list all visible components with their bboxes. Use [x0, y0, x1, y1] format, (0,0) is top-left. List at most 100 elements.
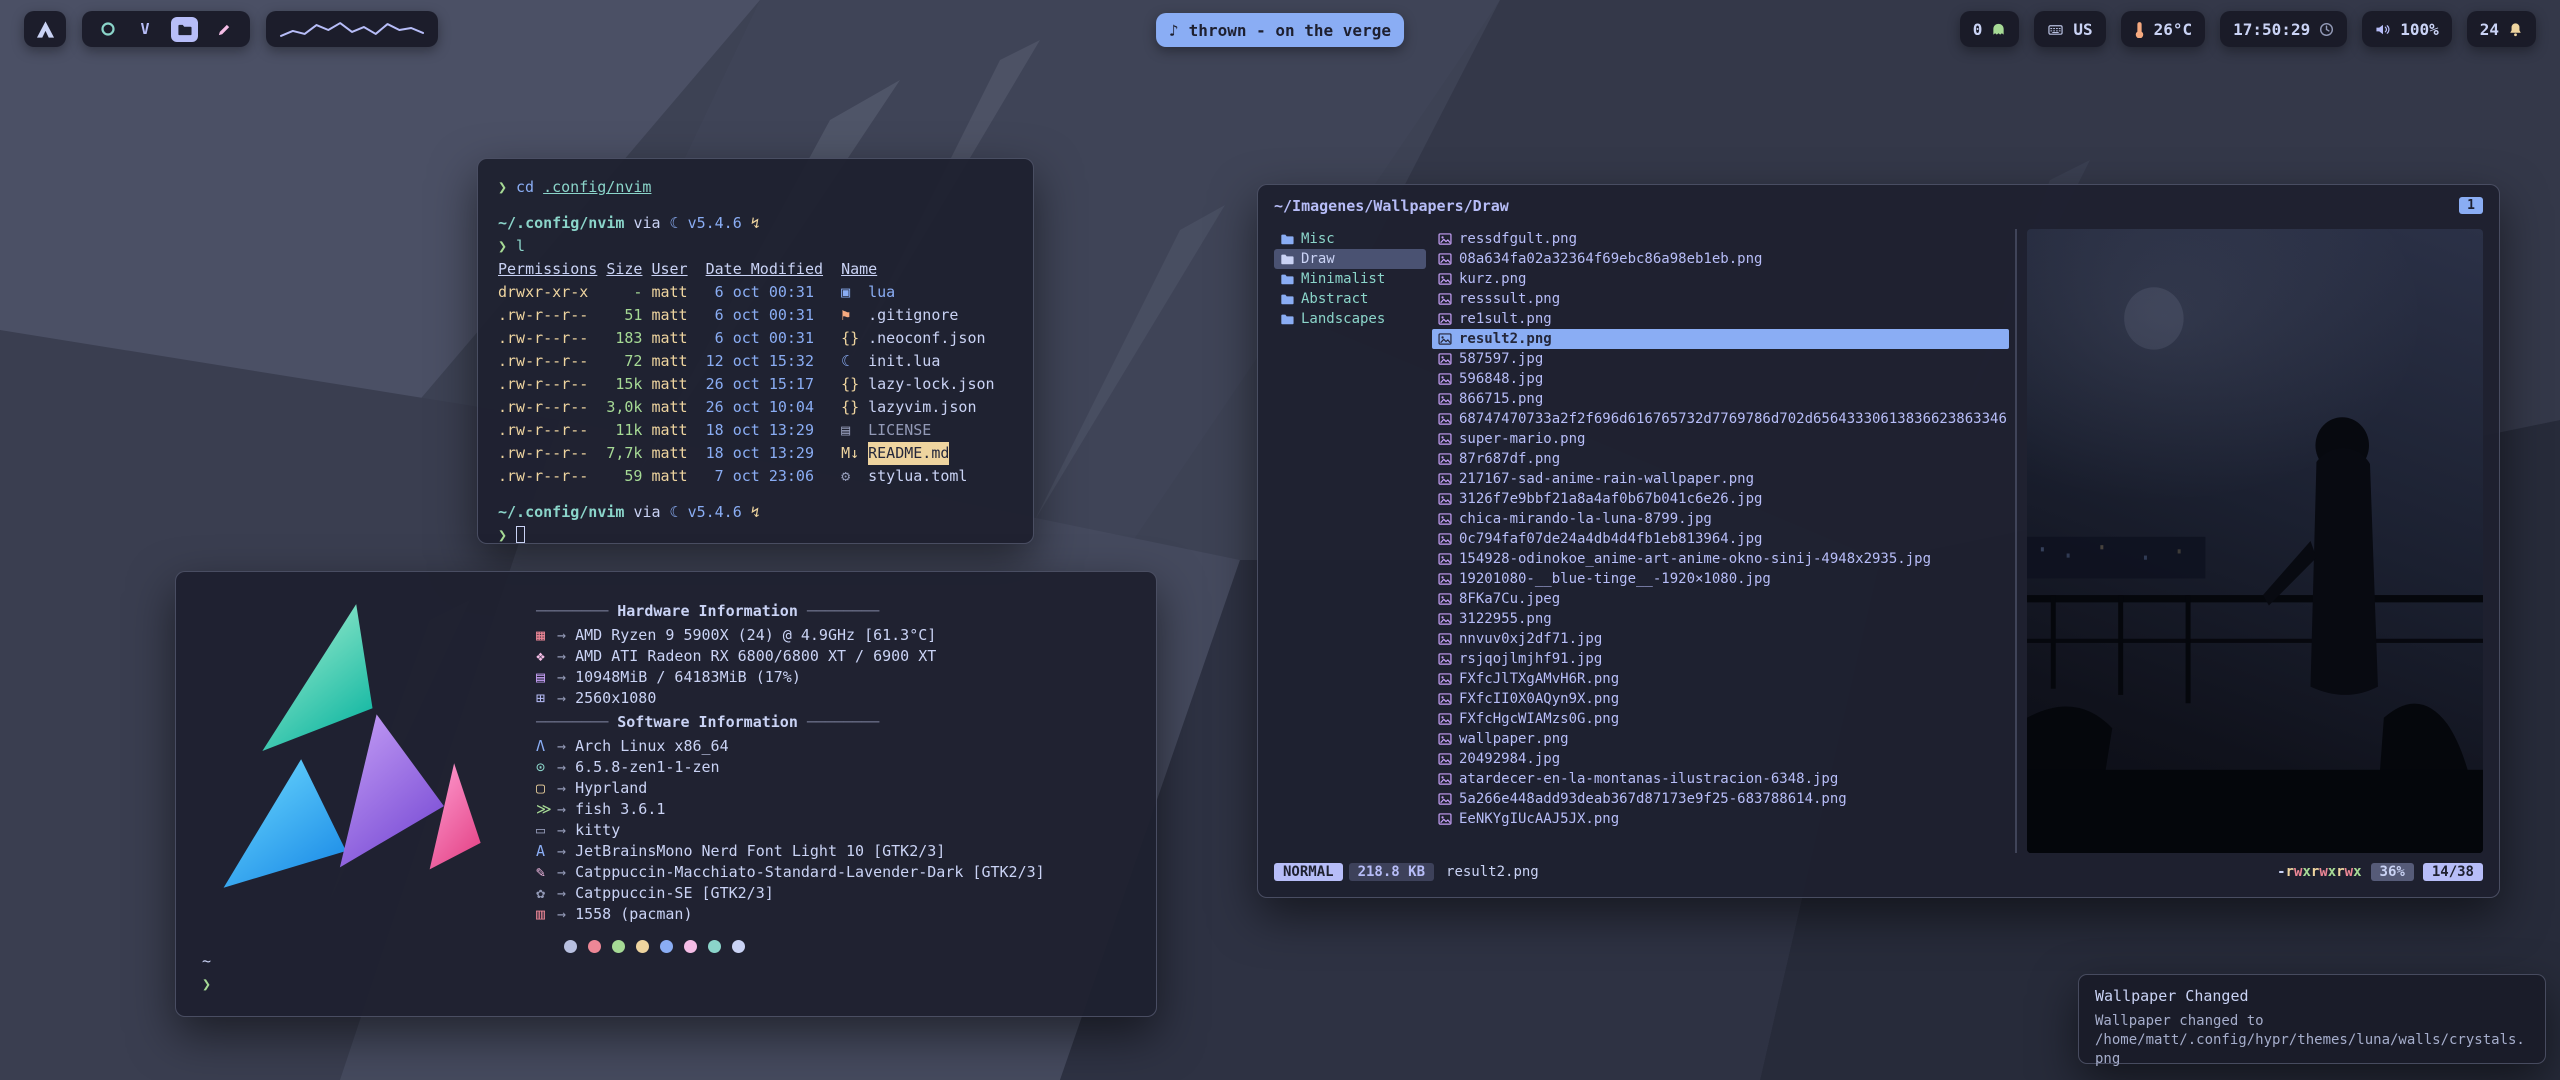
hardware-icon: ▤ [536, 667, 554, 688]
status-right-group: -rwxrwxrwx 36% 14/38 [2277, 863, 2483, 881]
file-item[interactable]: 596848.jpg [1432, 369, 2009, 389]
image-file-icon [1438, 792, 1452, 806]
ls-row: .rw-r--r-- 72 matt 12 oct 15:32 ☾init.lu… [498, 350, 1013, 373]
notification-popup[interactable]: Wallpaper Changed Wallpaper changed to /… [2078, 974, 2546, 1064]
directory-item[interactable]: Abstract [1274, 289, 1426, 309]
file-item[interactable]: re1sult.png [1432, 309, 2009, 329]
file-date: 7 oct 23:06 [706, 465, 823, 488]
hardware-item: ▦ → AMD Ryzen 9 5900X (24) @ 4.9GHz [61.… [536, 625, 1045, 646]
directory-item[interactable]: Landscapes [1274, 309, 1426, 329]
file-size: 3,0k [606, 396, 642, 419]
file-item[interactable]: FXfcII0X0AQyn9X.png [1432, 689, 2009, 709]
shell-prompt-line[interactable]: ❯ [498, 524, 1013, 547]
file-item[interactable]: resssult.png [1432, 289, 2009, 309]
file-item[interactable]: FXfcHgcWIAMzs0G.png [1432, 709, 2009, 729]
file-item[interactable]: EeNKYgIUcAAJ5JX.png [1432, 809, 2009, 829]
file-item[interactable]: 68747470733a2f2f696d616765732d7769786d70… [1432, 409, 2009, 429]
file-item[interactable]: 19201080-__blue-tinge__-1920×1080.jpg [1432, 569, 2009, 589]
image-file-icon [1438, 292, 1452, 306]
via-label: via [633, 214, 660, 232]
file-name-cell: ▣lua [841, 281, 1013, 304]
zap-icon: ↯ [751, 503, 760, 521]
software-item: Λ → Arch Linux x86_64 [536, 736, 1045, 757]
volume-module[interactable]: 100% [2362, 11, 2452, 47]
panel-divider [2015, 229, 2017, 853]
rule-right: ──────── [807, 713, 879, 731]
file-item[interactable]: chica-mirando-la-luna-8799.jpg [1432, 509, 2009, 529]
software-value: Arch Linux x86_64 [575, 736, 729, 757]
file-item[interactable]: 5a266e448add93deab367d87173e9f25-6837886… [1432, 789, 2009, 809]
file-item[interactable]: 0c794faf07de24a4db4d4fb1eb813964.jpg [1432, 529, 2009, 549]
music-player-module[interactable]: ♪ thrown - on the verge [1156, 13, 1404, 47]
permission-char: w [2345, 864, 2353, 880]
workspace-2-button[interactable]: V [134, 18, 156, 40]
shell-command-line: ❯l [498, 235, 1013, 258]
temperature-module[interactable]: 26°C [2121, 11, 2206, 47]
file-item[interactable]: result2.png [1432, 329, 2009, 349]
file-item[interactable]: 20492984.jpg [1432, 749, 2009, 769]
file-item[interactable]: atardecer-en-la-montanas-ilustracion-634… [1432, 769, 2009, 789]
file-item[interactable]: rsjqojlmjhf91.jpg [1432, 649, 2009, 669]
file-permissions: drwxr-xr-x [498, 281, 597, 304]
file-name: rsjqojlmjhf91.jpg [1459, 651, 1602, 667]
file-permissions: .rw-r--r-- [498, 419, 597, 442]
top-bar: V ♪ [0, 0, 2560, 58]
file-item[interactable]: super-mario.png [1432, 429, 2009, 449]
software-item: ≫ → fish 3.6.1 [536, 799, 1045, 820]
workspace-1-button[interactable] [97, 18, 119, 40]
desktop: V ♪ [0, 0, 2560, 1080]
file-item[interactable]: 87r687df.png [1432, 449, 2009, 469]
updates-module[interactable]: 0 [1960, 11, 2020, 47]
ls-row: .rw-r--r-- 3,0k matt 26 oct 10:04 {}lazy… [498, 396, 1013, 419]
clock-module[interactable]: 17:50:29 [2220, 11, 2347, 47]
file-item[interactable]: 154928-odinokoe_anime-art-anime-okno-sin… [1432, 549, 2009, 569]
file-item[interactable]: FXfcJlTXgAMvH6R.png [1432, 669, 2009, 689]
permission-char: w [2319, 864, 2327, 880]
software-title: Software Information [617, 713, 798, 731]
file-item[interactable]: 866715.png [1432, 389, 2009, 409]
notifications-module[interactable]: 24 [2467, 11, 2536, 47]
file-item[interactable]: 587597.jpg [1432, 349, 2009, 369]
hardware-list: ▦ → AMD Ryzen 9 5900X (24) @ 4.9GHz [61.… [536, 625, 1045, 709]
arrow-icon: → [557, 688, 566, 709]
file-name-cell: M↓README.md [841, 442, 1013, 465]
file-name: lazyvim.json [868, 396, 976, 419]
image-file-icon [1438, 652, 1452, 666]
permission-char: x [2353, 864, 2361, 880]
file-item[interactable]: 3126f7e9bbf21a8a4af0b67b041c6e26.jpg [1432, 489, 2009, 509]
file-name: .gitignore [868, 304, 958, 327]
terminal-nvim-window[interactable]: ❯cd.config/nvim ~/.config/nvimvia☾v5.4.6… [477, 158, 1034, 544]
file-item[interactable]: nnvuv0xj2df71.jpg [1432, 629, 2009, 649]
file-name: 87r687df.png [1459, 451, 1560, 467]
tab-indicator[interactable]: 1 [2459, 197, 2483, 214]
file-item[interactable]: wallpaper.png [1432, 729, 2009, 749]
file-item[interactable]: 08a634fa02a32364f69ebc86a98eb1eb.png [1432, 249, 2009, 269]
image-file-icon [1438, 432, 1452, 446]
system-graph-widget[interactable] [266, 11, 438, 47]
launcher-button[interactable] [24, 11, 66, 47]
keyboard-icon [2047, 22, 2064, 37]
file-permissions: .rw-r--r-- [498, 304, 597, 327]
fastfetch-terminal-window[interactable]: ────────Hardware Information──────── ▦ →… [175, 571, 1157, 1017]
arrow-icon: → [557, 667, 566, 688]
arrow-icon: → [557, 757, 566, 778]
software-icon: A [536, 841, 554, 862]
directory-item[interactable]: Misc [1274, 229, 1426, 249]
lua-moon-icon: ☾ [670, 214, 679, 232]
file-manager-window[interactable]: ~/Imagenes/Wallpapers/Draw 1 Misc Draw [1257, 184, 2500, 898]
file-item[interactable]: 8FKa7Cu.jpeg [1432, 589, 2009, 609]
file-item[interactable]: kurz.png [1432, 269, 2009, 289]
directory-item[interactable]: Draw [1274, 249, 1426, 269]
file-item[interactable]: ressdfgult.png [1432, 229, 2009, 249]
directory-item[interactable]: Minimalist [1274, 269, 1426, 289]
workspace-4-button[interactable] [213, 18, 235, 40]
workspace-3-button-active[interactable] [171, 17, 198, 42]
keyboard-layout-module[interactable]: US [2034, 11, 2105, 47]
file-item[interactable]: 3122955.png [1432, 609, 2009, 629]
file-name: 20492984.jpg [1459, 751, 1560, 767]
cursor-position-badge: 14/38 [2423, 863, 2483, 881]
file-item[interactable]: 217167-sad-anime-rain-wallpaper.png [1432, 469, 2009, 489]
preview-art [2027, 229, 2483, 853]
folder-icon [1280, 232, 1294, 246]
lua-version: v5.4.6 [688, 503, 742, 521]
